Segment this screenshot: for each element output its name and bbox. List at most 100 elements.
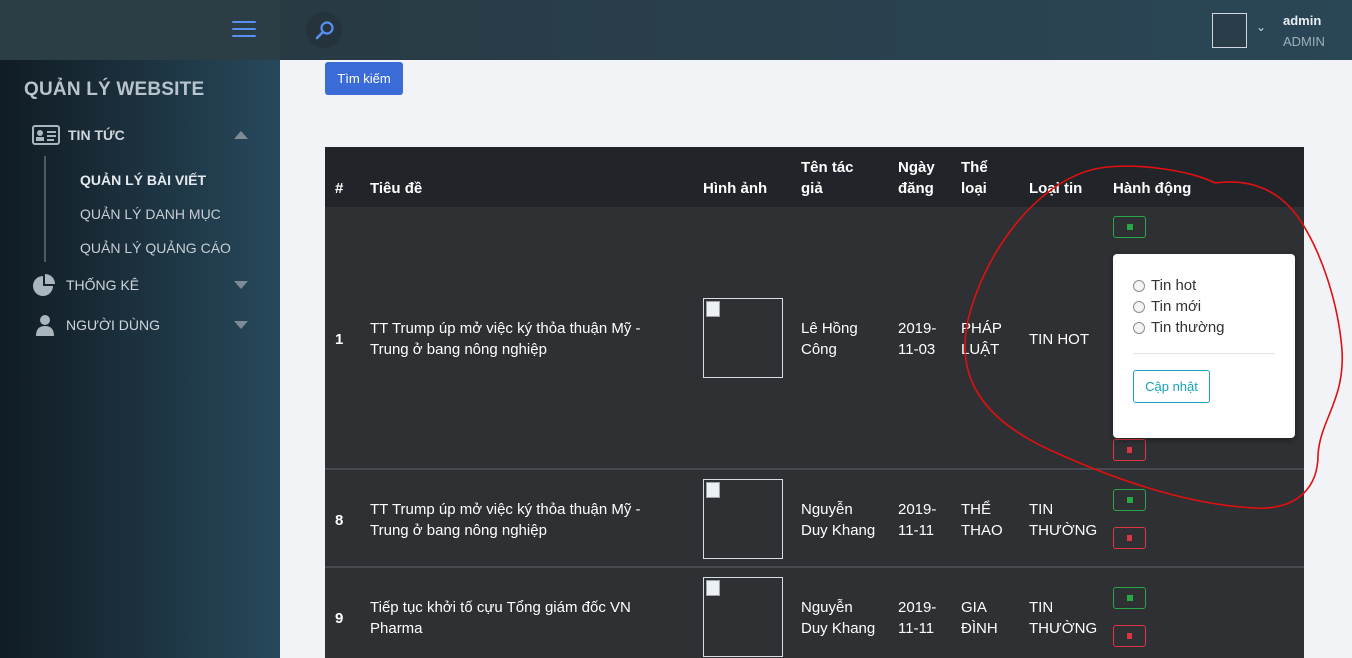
row-num: 9: [335, 610, 344, 627]
header-line: giả: [801, 180, 823, 197]
title-line: Pharma: [370, 620, 423, 637]
author-line: Duy Khang: [801, 522, 876, 539]
sidebar-item-tin-tuc[interactable]: TIN TỨC: [32, 124, 252, 146]
radio-circle[interactable]: [1133, 300, 1145, 313]
row-num: 1: [335, 331, 344, 348]
title-line: Trung ở bang nông nghiệp: [370, 341, 547, 358]
col-header-category: Thể loại: [961, 157, 988, 199]
sidebar-header: [0, 0, 280, 60]
row-author: Lê Hồng Công: [801, 318, 858, 360]
sidebar-title: QUẢN LÝ WEBSITE: [24, 79, 205, 100]
date-line: 11-11: [898, 522, 935, 539]
search-toggle-button[interactable]: [306, 12, 342, 48]
type-line: TIN: [1029, 501, 1054, 518]
category-line: ĐÌNH: [961, 620, 998, 637]
chevron-down-icon[interactable]: ⌄: [1256, 20, 1266, 34]
col-header-title: Tiêu đề: [370, 180, 423, 197]
edit-button[interactable]: [1113, 216, 1146, 238]
delete-button[interactable]: [1113, 439, 1146, 461]
caret-down-icon: [234, 321, 248, 329]
avatar[interactable]: [1212, 13, 1247, 48]
submenu-item-quang-cao[interactable]: QUẢN LÝ QUẢNG CÁO: [80, 240, 231, 256]
type-line: THƯỜNG: [1029, 522, 1098, 539]
popover-divider: [1133, 353, 1275, 354]
sidebar-item-thong-ke[interactable]: THỐNG KÊ: [32, 273, 252, 297]
sidebar: QUẢN LÝ WEBSITE TIN TỨC QUẢN LÝ BÀI VIẾT…: [0, 0, 280, 658]
row-thumbnail: [703, 577, 783, 657]
radio-circle[interactable]: [1133, 321, 1145, 334]
col-header-date: Ngày đăng: [898, 157, 935, 199]
sidebar-item-nguoi-dung[interactable]: NGƯỜI DÙNG: [32, 313, 252, 337]
category-line: THỂ: [961, 501, 991, 518]
radio-tin-thuong[interactable]: Tin thường: [1133, 319, 1225, 336]
author-line: Duy Khang: [801, 620, 876, 637]
date-line: 2019-: [898, 501, 937, 518]
row-title[interactable]: TT Trump úp mở việc ký thỏa thuận Mỹ - T…: [370, 318, 640, 360]
col-header-actions: Hành động: [1113, 180, 1192, 197]
row-type: TIN THƯỜNG: [1029, 597, 1097, 639]
row-title[interactable]: TT Trump úp mở việc ký thỏa thuận Mỹ - T…: [370, 499, 640, 541]
hamburger-menu-icon[interactable]: [232, 21, 256, 39]
row-author: Nguyễn Duy Khang: [801, 597, 875, 639]
caret-up-icon: [234, 131, 248, 139]
date-line: 2019-: [898, 320, 937, 337]
date-line: 11-11: [898, 620, 935, 637]
table-header: # Tiêu đề Hình ảnh Tên tác giả Ngày đăng…: [325, 147, 1304, 207]
radio-tin-hot[interactable]: Tin hot: [1133, 277, 1196, 294]
date-line: 2019-: [898, 599, 937, 616]
header-line: đăng: [898, 180, 934, 197]
title-line: TT Trump úp mở việc ký thỏa thuận Mỹ -: [370, 320, 641, 337]
radio-tin-moi[interactable]: Tin mới: [1133, 298, 1201, 315]
user-icon: [36, 315, 54, 336]
category-line: LUẬT: [961, 341, 1000, 358]
delete-button[interactable]: [1113, 625, 1146, 647]
row-thumbnail: [703, 298, 783, 378]
author-line: Nguyễn: [801, 599, 853, 616]
row-thumbnail: [703, 479, 783, 559]
row-category: GIA ĐÌNH: [961, 597, 998, 639]
news-type-popover: Tin hot Tin mới Tin thường Cập nhật: [1113, 254, 1295, 438]
search-submit-button[interactable]: Tìm kiếm: [325, 62, 403, 95]
pie-chart-icon: [33, 274, 55, 296]
sidebar-item-label: TIN TỨC: [68, 127, 125, 143]
row-date: 2019- 11-11: [898, 597, 936, 639]
submenu-item-danh-muc[interactable]: QUẢN LÝ DANH MỤC: [80, 206, 221, 222]
submenu-line: [44, 156, 46, 262]
author-line: Công: [801, 341, 837, 358]
edit-button[interactable]: [1113, 489, 1146, 511]
table-row: 8 TT Trump úp mở việc ký thỏa thuận Mỹ -…: [325, 468, 1304, 567]
row-date: 2019- 11-11: [898, 499, 936, 541]
user-role: ADMIN: [1283, 34, 1325, 49]
author-line: Nguyễn: [801, 501, 853, 518]
header-line: Thể: [961, 159, 988, 176]
row-title[interactable]: Tiếp tục khởi tố cựu Tổng giám đốc VN Ph…: [370, 597, 631, 639]
radio-label: Tin mới: [1151, 298, 1202, 315]
title-line: Tiếp tục khởi tố cựu Tổng giám đốc VN: [370, 599, 631, 616]
col-header-author: Tên tác giả: [801, 157, 854, 199]
row-author: Nguyễn Duy Khang: [801, 499, 875, 541]
delete-button[interactable]: [1113, 527, 1146, 549]
id-card-icon: [32, 125, 60, 145]
date-line: 11-03: [898, 341, 936, 358]
category-line: GIA: [961, 599, 987, 616]
col-header-type: Loại tin: [1029, 180, 1083, 197]
row-category: PHÁP LUẬT: [961, 318, 1002, 360]
row-type: TIN THƯỜNG: [1029, 499, 1097, 541]
caret-down-icon: [234, 281, 248, 289]
col-header-num: #: [335, 180, 344, 197]
top-bar: ⌄ admin ADMIN: [280, 0, 1352, 60]
update-button[interactable]: Cập nhật: [1133, 370, 1210, 403]
sidebar-item-label: THỐNG KÊ: [66, 277, 140, 293]
radio-circle[interactable]: [1133, 279, 1145, 292]
submenu-item-bai-viet[interactable]: QUẢN LÝ BÀI VIẾT: [80, 172, 206, 188]
row-num: 8: [335, 512, 344, 529]
header-line: loại: [961, 180, 987, 197]
edit-button[interactable]: [1113, 587, 1146, 609]
user-name: admin: [1283, 13, 1322, 28]
title-line: Trung ở bang nông nghiệp: [370, 522, 547, 539]
radio-label: Tin thường: [1151, 319, 1225, 336]
author-line: Lê Hồng: [801, 320, 858, 337]
row-date: 2019- 11-03: [898, 318, 936, 360]
type-line: THƯỜNG: [1029, 620, 1098, 637]
sidebar-item-label: NGƯỜI DÙNG: [66, 317, 160, 333]
